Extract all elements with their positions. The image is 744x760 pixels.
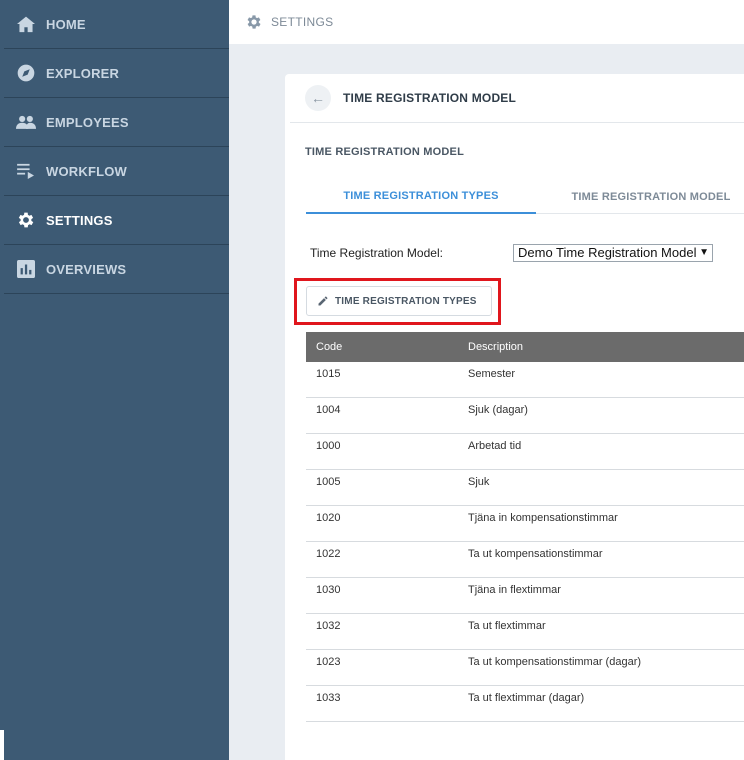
settings-card: ← TIME REGISTRATION MODEL TIME REGISTRAT… bbox=[285, 74, 744, 760]
sidebar-item-overviews[interactable]: OVERVIEWS bbox=[4, 245, 229, 294]
table-row[interactable]: 1020 Tjäna in kompensationstimmar bbox=[306, 506, 744, 542]
cell-code: 1030 bbox=[316, 584, 341, 596]
top-bar: SETTINGS bbox=[229, 0, 744, 44]
table-row[interactable]: 1015 Semester bbox=[306, 362, 744, 398]
gear-icon bbox=[245, 13, 263, 31]
sidebar-item-label: OVERVIEWS bbox=[46, 261, 127, 277]
cell-code: 1033 bbox=[316, 692, 341, 704]
compass-icon bbox=[16, 63, 36, 83]
home-icon bbox=[16, 14, 36, 34]
table-row[interactable]: 1022 Ta ut kompensationstimmar bbox=[306, 542, 744, 578]
pencil-icon bbox=[317, 295, 329, 307]
section-title: TIME REGISTRATION MODEL bbox=[305, 146, 465, 158]
time-registration-types-table: Code Description 1015 Semester 1004 Sjuk… bbox=[306, 332, 744, 722]
sidebar-item-label: WORKFLOW bbox=[46, 163, 128, 179]
model-field-label: Time Registration Model: bbox=[310, 246, 443, 260]
sidebar-item-label: EMPLOYEES bbox=[46, 114, 129, 130]
tab-bar: TIME REGISTRATION TYPES TIME REGISTRATIO… bbox=[306, 180, 744, 214]
sidebar-item-label: EXPLORER bbox=[46, 65, 120, 81]
cell-description: Ta ut kompensationstimmar bbox=[468, 548, 603, 560]
workflow-icon bbox=[16, 161, 36, 181]
cell-code: 1005 bbox=[316, 476, 341, 488]
cell-code: 1020 bbox=[316, 512, 341, 524]
back-button[interactable]: ← bbox=[305, 85, 331, 111]
cell-code: 1004 bbox=[316, 404, 341, 416]
column-header-code: Code bbox=[316, 341, 343, 353]
table-row[interactable]: 1023 Ta ut kompensationstimmar (dagar) bbox=[306, 650, 744, 686]
cell-description: Ta ut flextimmar bbox=[468, 620, 546, 632]
cell-code: 1000 bbox=[316, 440, 341, 452]
card-header: ← TIME REGISTRATION MODEL bbox=[290, 74, 744, 123]
cell-description: Sjuk (dagar) bbox=[468, 404, 528, 416]
model-select[interactable]: Demo Time Registration Model ▼ bbox=[513, 244, 713, 262]
table-row[interactable]: 1004 Sjuk (dagar) bbox=[306, 398, 744, 434]
cell-code: 1022 bbox=[316, 548, 341, 560]
tab-time-registration-types[interactable]: TIME REGISTRATION TYPES bbox=[306, 180, 536, 214]
gear-icon bbox=[16, 210, 36, 230]
card-title: TIME REGISTRATION MODEL bbox=[343, 91, 517, 105]
table-row[interactable]: 1030 Tjäna in flextimmar bbox=[306, 578, 744, 614]
table-header: Code Description bbox=[306, 332, 744, 362]
cell-description: Arbetad tid bbox=[468, 440, 522, 452]
sidebar-item-workflow[interactable]: WORKFLOW bbox=[4, 147, 229, 196]
sidebar-edge bbox=[0, 730, 4, 760]
sidebar-item-employees[interactable]: EMPLOYEES bbox=[4, 98, 229, 147]
dropdown-arrow-icon: ▼ bbox=[697, 245, 709, 261]
arrow-left-icon: ← bbox=[311, 90, 325, 106]
cell-description: Ta ut flextimmar (dagar) bbox=[468, 692, 585, 704]
tab-time-registration-model[interactable]: TIME REGISTRATION MODEL bbox=[536, 180, 744, 214]
cell-description: Ta ut kompensationstimmar (dagar) bbox=[468, 656, 642, 668]
sidebar-item-explorer[interactable]: EXPLORER bbox=[4, 49, 229, 98]
column-header-description: Description bbox=[468, 341, 524, 353]
cell-code: 1023 bbox=[316, 656, 341, 668]
table-row[interactable]: 1005 Sjuk bbox=[306, 470, 744, 506]
edit-time-registration-types-button[interactable]: TIME REGISTRATION TYPES bbox=[306, 286, 492, 316]
cell-description: Sjuk bbox=[468, 476, 490, 488]
cell-code: 1015 bbox=[316, 368, 341, 380]
page-title: SETTINGS bbox=[271, 15, 334, 29]
sidebar-item-settings[interactable]: SETTINGS bbox=[4, 196, 229, 245]
bar-chart-icon bbox=[16, 259, 36, 279]
table-row[interactable]: 1000 Arbetad tid bbox=[306, 434, 744, 470]
cell-description: Tjäna in kompensationstimmar bbox=[468, 512, 618, 524]
sidebar-item-home[interactable]: HOME bbox=[4, 0, 229, 49]
sidebar-item-label: SETTINGS bbox=[46, 212, 113, 228]
sidebar: HOME EXPLORER EMPLOYEES WORKFLOW SETTING… bbox=[0, 0, 229, 760]
cell-description: Tjäna in flextimmar bbox=[468, 584, 561, 596]
cell-code: 1032 bbox=[316, 620, 341, 632]
edit-button-label: TIME REGISTRATION TYPES bbox=[335, 295, 477, 307]
sidebar-item-label: HOME bbox=[46, 16, 86, 32]
table-row[interactable]: 1033 Ta ut flextimmar (dagar) bbox=[306, 686, 744, 722]
table-row[interactable]: 1032 Ta ut flextimmar bbox=[306, 614, 744, 650]
people-icon bbox=[16, 112, 36, 132]
model-select-value: Demo Time Registration Model bbox=[518, 245, 697, 260]
cell-description: Semester bbox=[468, 368, 516, 380]
